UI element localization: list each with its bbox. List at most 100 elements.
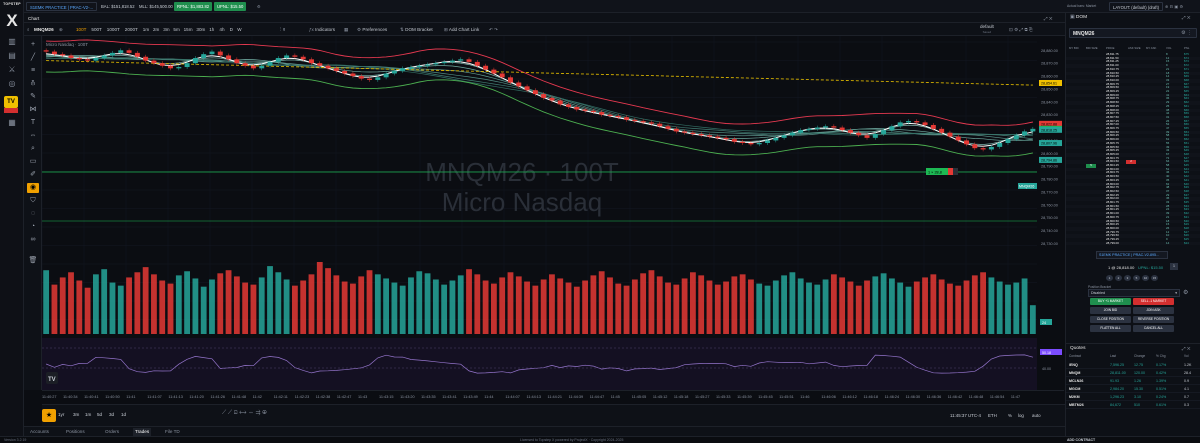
quote-row[interactable]: MGCM 2,984.20 15.30 0.51% 4.1 — [1066, 385, 1200, 393]
measure-icon[interactable]: ⇔ — [27, 131, 39, 141]
layout-default[interactable]: default Saved — [980, 24, 994, 34]
position-tag[interactable]: 1 × 28,8 — [926, 168, 958, 175]
dom-tab[interactable]: ▣ DOM — [1070, 15, 1087, 20]
eye-icon[interactable]: ◔ — [27, 222, 39, 232]
interval-1m[interactable]: 1m — [143, 25, 149, 34]
range-3m[interactable]: 3m — [73, 412, 79, 417]
auto-toggle[interactable]: auto — [1032, 413, 1041, 418]
interval-2000t[interactable]: 2000T — [125, 25, 138, 34]
chart-actions-icons[interactable]: ⊡ ⚙ ⤢ ⧉ ⎘ — [1009, 25, 1033, 34]
symbol-input[interactable]: MNQM26 — [34, 25, 54, 34]
price-chart[interactable]: MNQM26 · 100T Micro Nasdaq 1 × 28,8 Micr… — [42, 36, 1064, 390]
pitchfork-icon[interactable]: ⫚ — [27, 79, 39, 89]
trash-icon[interactable]: 🗑 — [27, 256, 39, 266]
interval-d[interactable]: D — [230, 25, 233, 34]
text-tool-icon[interactable]: T — [27, 118, 39, 128]
bottom-tab-accounts[interactable]: Accounts — [28, 428, 51, 436]
dom-ladder[interactable]: 28,811.75 8 $75 28,811.50 12 $74 28,811.25 15 $7… — [1066, 52, 1200, 246]
interval-5m[interactable]: 5m — [173, 25, 179, 34]
account-selector[interactable]: S1EMK PRACTICE | PRAC-V2-... — [26, 2, 97, 11]
range-1d[interactable]: 1d — [121, 412, 126, 417]
bottom-tab-positions[interactable]: Positions — [64, 428, 87, 436]
zoom-icon[interactable]: ⌕ — [27, 144, 39, 154]
sell-market-button[interactable]: SELL -1 MARKET — [1133, 298, 1174, 305]
quote-row[interactable]: /ENQ 7,596.25 12.75 0.17% 1.2K — [1066, 361, 1200, 369]
add-symbol-icon[interactable]: ⊕ — [59, 25, 63, 34]
panel-controls-icon[interactable]: ⤢ ✕ — [1044, 14, 1052, 23]
interval-1000t[interactable]: 1000T — [107, 25, 120, 34]
range-tools-icons[interactable]: ⟋ ⟋ ⊡ ⟷ ⇔ ⇉ ⊕ — [222, 410, 267, 417]
time-axis[interactable]: 11:40:27 11:40:34 11:40:41 11:40:50 11:41 11:… — [42, 390, 1064, 404]
bracket-settings-icon[interactable]: ⚙ — [1183, 289, 1188, 296]
qty-option-2[interactable]: 2 — [1115, 275, 1122, 281]
dom-settings-icon[interactable]: ⚙ ⋮ — [1181, 30, 1192, 36]
quote-row[interactable]: M2KM 1,296.23 3.10 0.24% 0.7 — [1066, 393, 1200, 401]
reverse-position-button[interactable]: REVERSE POSITION — [1133, 316, 1174, 323]
pattern-icon[interactable]: ⋈ — [27, 105, 39, 115]
brush-icon[interactable]: ✎ — [27, 92, 39, 102]
buy-market-button[interactable]: BUY +1 MARKET — [1090, 298, 1131, 305]
link-icon[interactable]: ∞ — [27, 235, 39, 245]
window-icons[interactable]: ⊕ ⊟ ▣ ⚙ — [1162, 2, 1186, 11]
undo-redo-icon[interactable]: ↶ ↷ — [489, 25, 498, 34]
interval-4h[interactable]: 4h — [219, 25, 224, 34]
indicators-button[interactable]: ƒx Indicators — [309, 25, 335, 34]
qty-option-10[interactable]: 10 — [1142, 275, 1149, 281]
trendline-icon[interactable]: ╱ — [27, 53, 39, 63]
quote-row[interactable]: MNQM 28,811.00 120.00 0.42% 28.4 — [1066, 369, 1200, 377]
bottom-tab-orders[interactable]: Orders — [103, 428, 121, 436]
layout-selector[interactable]: LAYOUT: (default) (draft) — [1109, 2, 1163, 11]
app-logo[interactable]: TOPSTEP X — [3, 2, 21, 32]
settings-icon[interactable]: ⚙ — [254, 2, 264, 11]
dom-symbol-selector[interactable]: MNQM26 ⚙ ⋮ — [1069, 28, 1197, 38]
interval-30m[interactable]: 30m — [196, 25, 205, 34]
star-icon[interactable]: ★ — [42, 409, 56, 422]
dom-account-selector[interactable]: S1EMK PRACTICE | PRAC-V2-895... — [1096, 251, 1168, 259]
chart-type-icon[interactable]: ⫶ ▯ — [280, 25, 286, 34]
chart-icon[interactable]: ▥ — [4, 36, 20, 47]
qty-option-5[interactable]: 5 — [1133, 275, 1140, 281]
interval-3m[interactable]: 3m — [163, 25, 169, 34]
quotes-window-icons[interactable]: ⤢ ✕ — [1182, 346, 1190, 351]
sword-icon[interactable]: ⚔ — [4, 64, 20, 75]
globe-icon[interactable]: ◎ — [4, 78, 20, 89]
add-contract-link[interactable]: ADD CONTRACT — [1067, 438, 1095, 442]
qty-option-3[interactable]: 3 — [1124, 275, 1131, 281]
dom-row[interactable]: 28,799.00 14 $24 — [1066, 241, 1200, 246]
search-icon[interactable]: ⌕ — [27, 25, 30, 34]
qty-option-15[interactable]: 15 — [1151, 275, 1158, 281]
range-3d[interactable]: 3d — [109, 412, 114, 417]
bars-icon[interactable]: ▤ — [4, 50, 20, 61]
interval-w[interactable]: W — [237, 25, 241, 34]
interval-15m[interactable]: 15m — [184, 25, 193, 34]
join-ask-button[interactable]: JOIN ASK — [1133, 307, 1174, 314]
tv-badge-icon[interactable]: TV — [4, 96, 18, 108]
layout-icon[interactable]: ▦ — [344, 25, 348, 34]
ruler-icon[interactable]: ▭ — [27, 157, 39, 167]
add-chart-link-button[interactable]: ⊞ Add Chart Link — [444, 25, 479, 34]
preferences-button[interactable]: ⚙ Preferences — [357, 25, 387, 34]
dom-window-icons[interactable]: ⤢ ✕ — [1182, 15, 1190, 20]
calendar-icon[interactable]: ▦ — [4, 117, 20, 128]
range-1m[interactable]: 1m — [85, 412, 91, 417]
cancel-all-button[interactable]: CANCEL ALL — [1133, 325, 1174, 332]
horizontal-line-icon[interactable]: ≡ — [27, 66, 39, 76]
pen-icon[interactable]: ✐ — [27, 170, 39, 180]
close-position-button[interactable]: CLOSE POSITION — [1090, 316, 1131, 323]
range-5d[interactable]: 5d — [97, 412, 102, 417]
interval-2m[interactable]: 2m — [153, 25, 159, 34]
log-toggle[interactable]: log — [1018, 413, 1024, 418]
hide-icon[interactable]: ◌ — [27, 209, 39, 219]
interval-100t[interactable]: 100T — [76, 25, 86, 34]
dom-bracket-button[interactable]: ⇅ DOM Bracket — [400, 25, 433, 34]
bottom-tab-file-td[interactable]: File TD — [163, 428, 182, 436]
flatten-all-button[interactable]: FLATTEN ALL — [1090, 325, 1131, 332]
chart-tab[interactable]: Chart — [28, 14, 39, 23]
join-bid-button[interactable]: JOIN BID — [1090, 307, 1131, 314]
quote-row[interactable]: MCLN26 91.93 1.26 1.39% 0.9 — [1066, 377, 1200, 385]
quote-row[interactable]: MBTM26 84,672 510 0.61% 0.3 — [1066, 401, 1200, 409]
range-1yr[interactable]: 1yr — [58, 412, 64, 417]
magnet-icon[interactable]: ◉ — [27, 183, 39, 193]
crosshair-icon[interactable]: + — [27, 40, 39, 50]
interval-1h[interactable]: 1h — [209, 25, 214, 34]
